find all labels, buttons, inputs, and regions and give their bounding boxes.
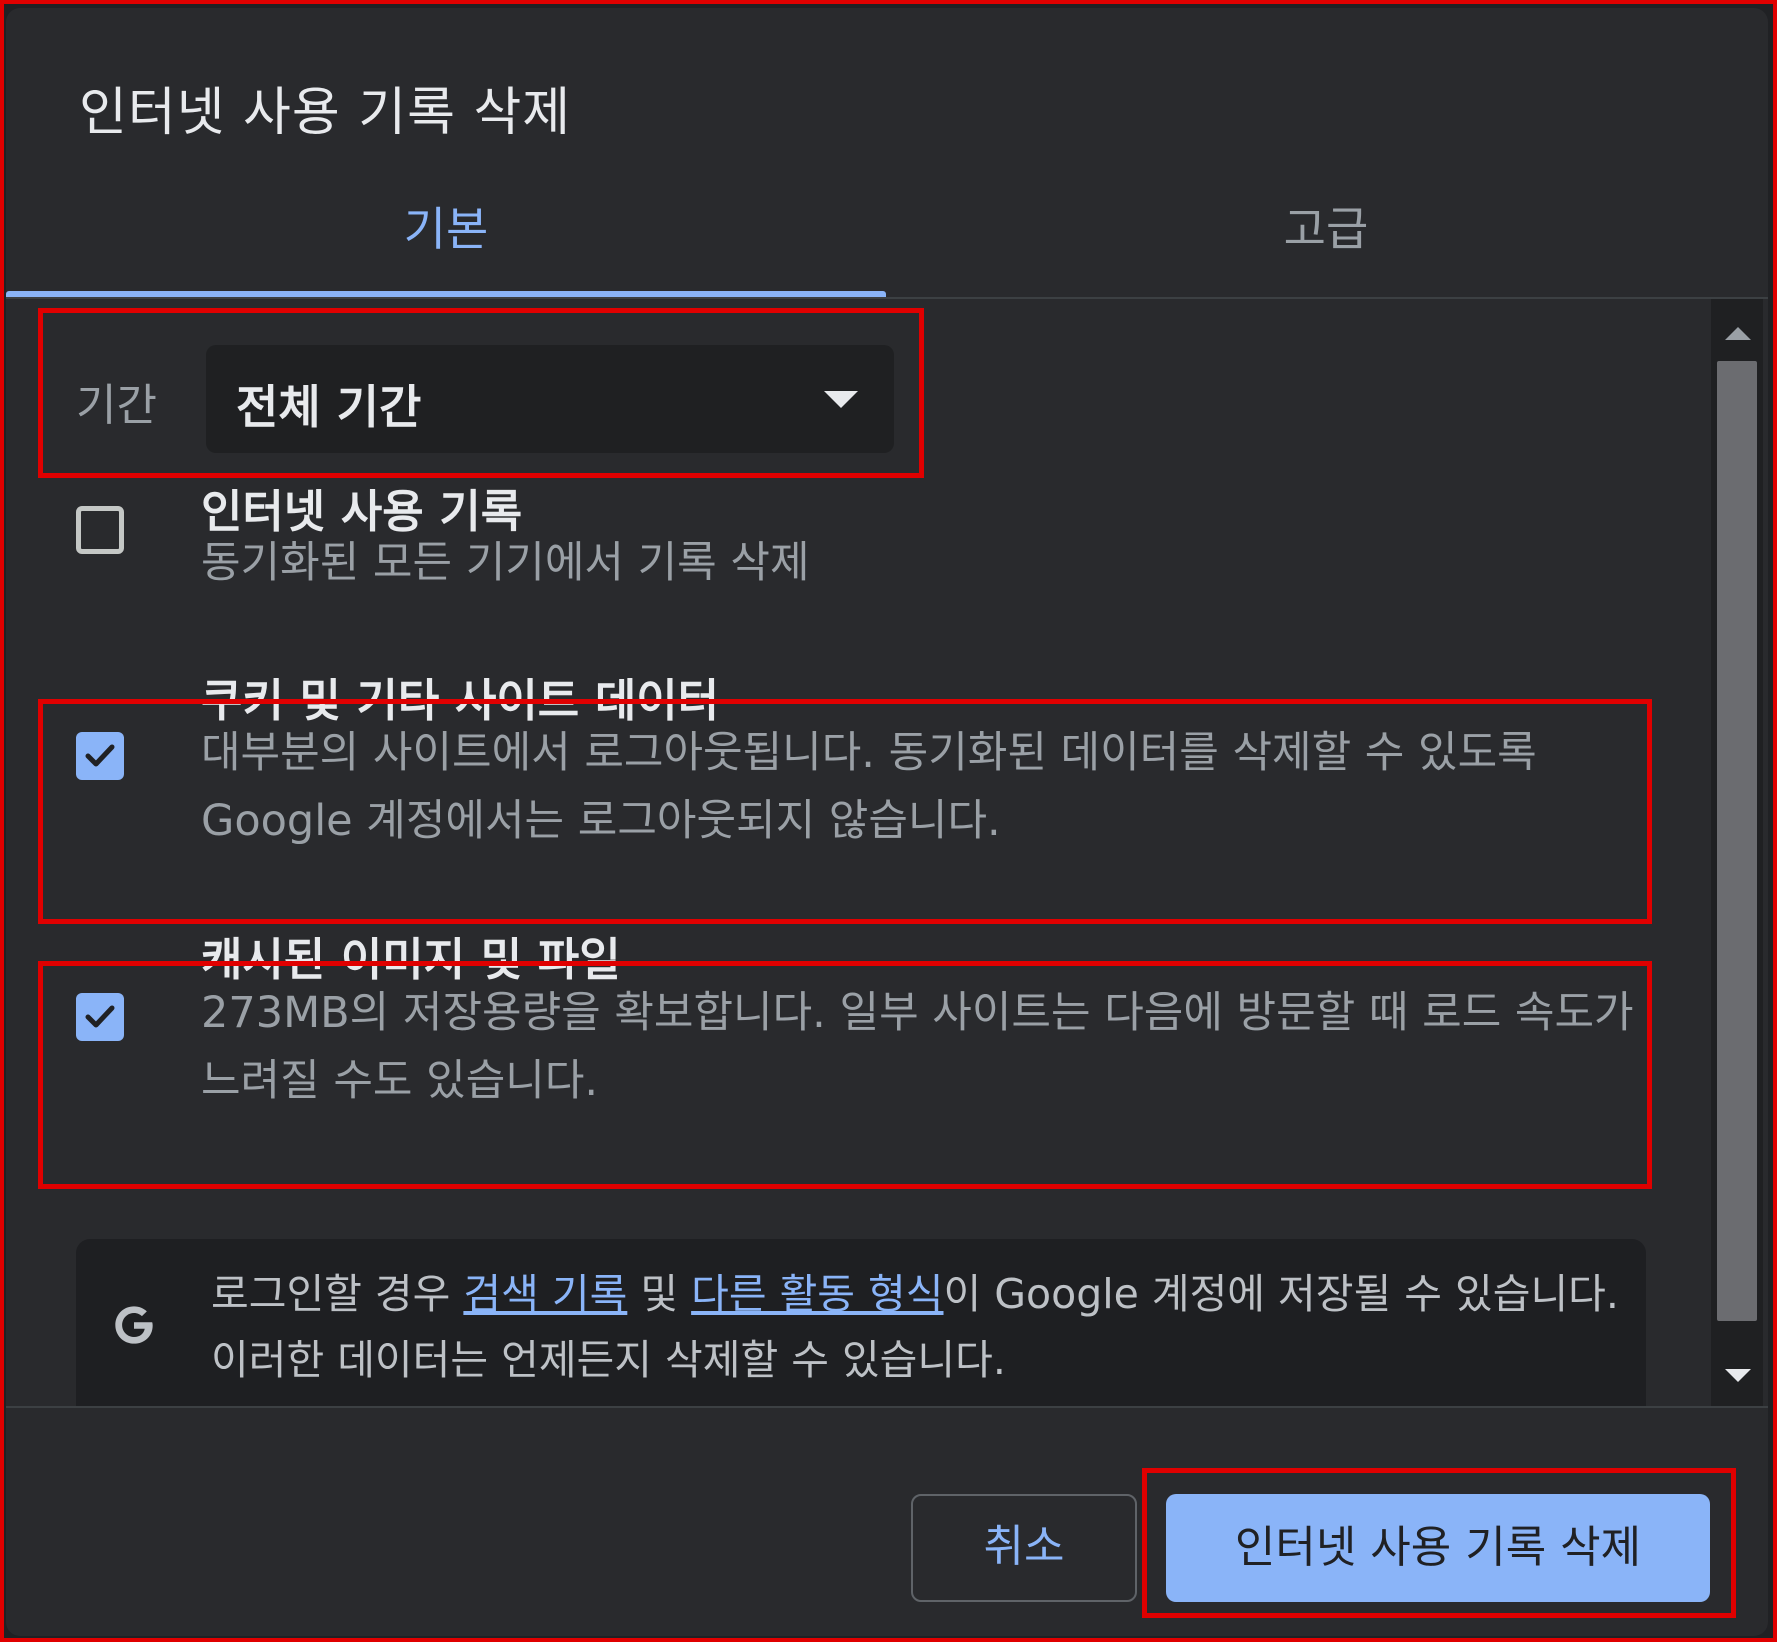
dialog-content: 기간 전체 기간 인터넷 사용 기록 동기화된 모든 기기에서 기록 삭제 쿠키…: [6, 299, 1706, 1406]
google-g-icon: [115, 1306, 153, 1344]
browsing-history-description: 동기화된 모든 기기에서 기록 삭제: [201, 538, 810, 588]
checkmark-icon: [85, 1005, 115, 1028]
tab-basic[interactable]: 기본: [6, 193, 886, 259]
search-history-link[interactable]: 검색 기록: [463, 1270, 627, 1318]
google-notice-text: 로그인할 경우 검색 기록 및 다른 활동 형식이 Google 계정에 저장될…: [211, 1261, 1631, 1393]
time-range-label: 기간: [76, 380, 157, 431]
google-account-notice: 로그인할 경우 검색 기록 및 다른 활동 형식이 Google 계정에 저장될…: [76, 1239, 1646, 1406]
dialog-title: 인터넷 사용 기록 삭제: [79, 83, 572, 143]
tab-advanced[interactable]: 고급: [886, 193, 1766, 259]
scroll-down-arrow-icon[interactable]: [1725, 1369, 1751, 1382]
scrollbar-thumb[interactable]: [1717, 361, 1757, 1321]
cookies-checkbox[interactable]: [76, 732, 124, 780]
cached-images-description: 273MB의 저장용량을 확보합니다. 일부 사이트는 다음에 방문할 때 로드…: [201, 988, 1634, 1106]
checkmark-icon: [85, 744, 115, 767]
other-activity-link[interactable]: 다른 활동 형식: [691, 1270, 943, 1318]
scrollbar[interactable]: [1711, 299, 1763, 1406]
time-range-select[interactable]: 전체 기간: [206, 345, 894, 453]
browsing-history-checkbox[interactable]: [76, 506, 124, 554]
time-range-value: 전체 기간: [236, 380, 422, 434]
clear-browsing-data-dialog: 인터넷 사용 기록 삭제 기본 고급 기간 전체 기간 인터넷 사용 기록 동기…: [6, 8, 1768, 1636]
notice-text-and: 및: [627, 1270, 692, 1318]
scroll-up-arrow-icon[interactable]: [1725, 327, 1751, 340]
notice-text-before: 로그인할 경우: [211, 1270, 464, 1318]
cookies-description: 대부분의 사이트에서 로그아웃됩니다. 동기화된 데이터를 삭제할 수 있도록 …: [201, 728, 1537, 846]
cancel-button[interactable]: 취소: [911, 1494, 1137, 1602]
dropdown-caret-icon: [824, 391, 858, 408]
cached-images-checkbox[interactable]: [76, 993, 124, 1041]
clear-data-button[interactable]: 인터넷 사용 기록 삭제: [1166, 1494, 1710, 1602]
footer-divider: [6, 1406, 1768, 1408]
